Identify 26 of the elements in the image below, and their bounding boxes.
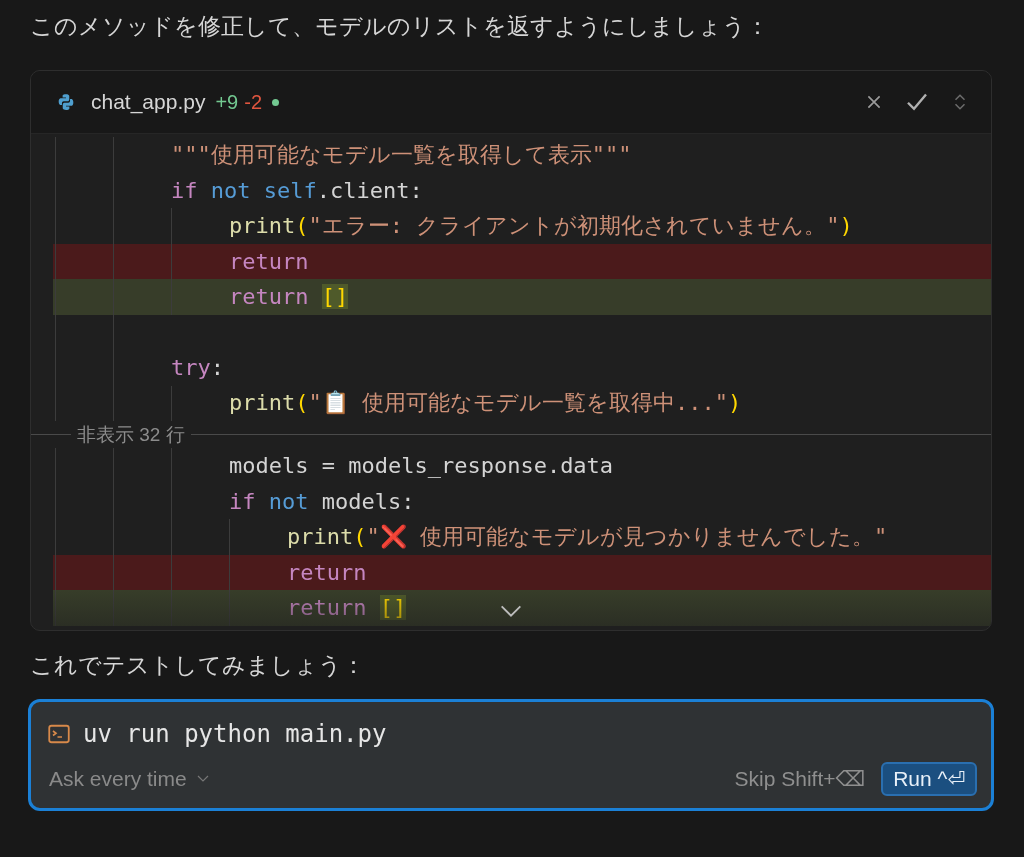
approval-mode-dropdown[interactable]: Ask every time bbox=[47, 764, 211, 793]
code-text: return bbox=[287, 559, 367, 585]
python-file-icon bbox=[57, 93, 75, 111]
code-text: try: bbox=[171, 355, 224, 381]
code-text: print("❌ 使用可能なモデルが見つかりませんでした。" bbox=[287, 522, 888, 551]
code-text: if not models: bbox=[229, 488, 415, 514]
message-text: このメソッドを修正して、モデルのリストを返すようにしましょう： bbox=[29, 12, 770, 41]
code-text: print("エラー: クライアントが初期化されていません。") bbox=[229, 211, 853, 240]
code-text: models = models_response.data bbox=[229, 453, 614, 479]
code-text: return [] bbox=[287, 595, 407, 621]
message-text: これでテストしてみましょう： bbox=[29, 650, 366, 680]
hidden-lines-label[interactable]: 非表示 32 行 bbox=[71, 421, 191, 448]
code-text: if not self.client: bbox=[171, 177, 423, 203]
code-text: return [] bbox=[229, 284, 349, 310]
removed-count: -2 bbox=[244, 90, 263, 114]
chevron-down-icon bbox=[196, 774, 209, 783]
file-name: chat_app.py bbox=[91, 90, 206, 114]
code-text: """使用可能なモデル一覧を取得して表示""" bbox=[171, 140, 632, 169]
code-text: print("📋 使用可能なモデル一覧を取得中...") bbox=[229, 389, 742, 418]
run-button[interactable]: Run ^⏎ bbox=[881, 761, 977, 796]
skip-button[interactable]: Skip Shift+⌫ bbox=[732, 764, 868, 793]
command-text: uv run python main.py bbox=[83, 719, 387, 748]
code-text: return bbox=[229, 248, 309, 274]
close-icon[interactable] bbox=[865, 93, 883, 111]
chevron-down-icon[interactable] bbox=[498, 603, 524, 618]
added-count: +9 bbox=[215, 90, 239, 114]
